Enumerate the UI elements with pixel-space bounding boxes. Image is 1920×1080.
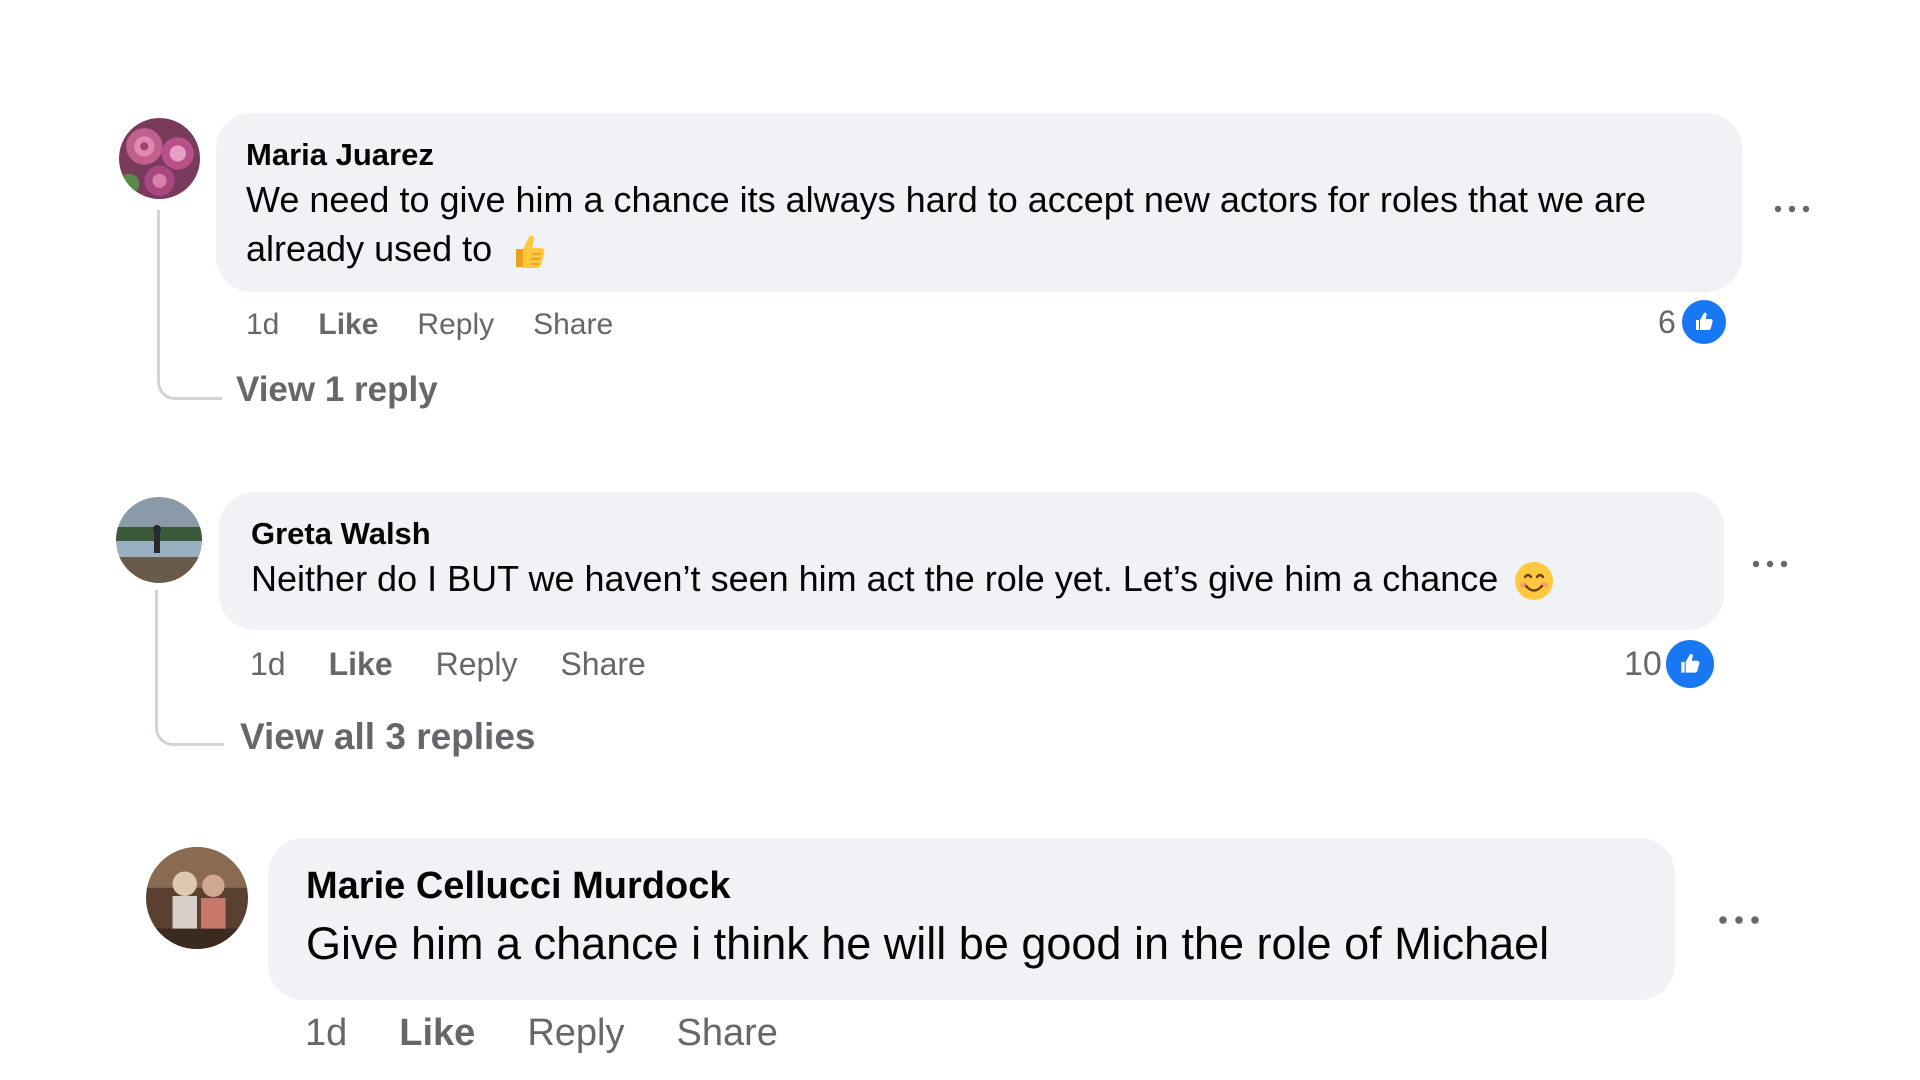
comment-author[interactable]: Maria Juarez [246,137,1712,173]
comment-time[interactable]: 1d [246,308,279,342]
reply-button[interactable]: Reply [436,646,518,683]
reaction-summary[interactable]: 10 [1624,638,1716,690]
thumbs-up-emoji [508,231,548,271]
avatar-image-people [146,847,248,949]
like-reaction-icon [1679,298,1728,346]
more-options-icon[interactable] [1750,555,1790,569]
comment-bubble: Marie Cellucci Murdock Give him a chance… [268,838,1675,1000]
comment-text: Give him a chance i think he will be goo… [306,918,1550,969]
share-button[interactable]: Share [533,308,613,342]
comment-author[interactable]: Marie Cellucci Murdock [306,864,1637,908]
avatar-image-roses [119,118,200,199]
comment-author[interactable]: Greta Walsh [251,516,1692,552]
like-button[interactable]: Like [318,308,378,342]
like-button[interactable]: Like [399,1012,475,1055]
avatar[interactable] [146,847,248,949]
avatar-image-beach [116,497,202,583]
comments-section: Maria Juarez We need to give him a chanc… [0,0,1920,1080]
reply-button[interactable]: Reply [527,1012,624,1055]
comment-text-body: We need to give him a chance its always … [246,179,1647,269]
thread-line [157,210,222,400]
reaction-summary[interactable]: 6 [1658,296,1728,348]
like-reaction-icon [1663,638,1716,690]
comment-actions: 1d Like Reply Share [250,643,646,685]
comment-bubble: Greta Walsh Neither do I BUT we haven’t … [219,492,1724,630]
comment-text: We need to give him a chance its always … [246,175,1712,273]
comment-text-body: Neither do I BUT we haven’t seen him act… [251,558,1499,599]
view-replies-link[interactable]: View all 3 replies [240,716,536,758]
smiling-face-emoji [1514,561,1554,601]
comment-bubble: Maria Juarez We need to give him a chanc… [216,113,1742,292]
more-options-icon[interactable] [1716,912,1762,926]
thread-line [155,590,224,746]
comment-actions: 1d Like Reply Share [305,1008,778,1058]
comment-text: Neither do I BUT we haven’t seen him act… [251,554,1692,604]
comment-actions: 1d Like Reply Share [246,305,613,345]
comment-time[interactable]: 1d [250,646,286,683]
like-button[interactable]: Like [329,646,393,683]
share-button[interactable]: Share [676,1012,777,1055]
reply-button[interactable]: Reply [417,308,494,342]
share-button[interactable]: Share [560,646,645,683]
more-options-icon[interactable] [1772,200,1812,214]
view-replies-link[interactable]: View 1 reply [236,370,438,410]
reaction-count: 10 [1624,644,1662,683]
comment-time[interactable]: 1d [305,1012,347,1055]
avatar[interactable] [116,497,202,583]
avatar[interactable] [119,118,200,199]
reaction-count: 6 [1658,303,1676,340]
